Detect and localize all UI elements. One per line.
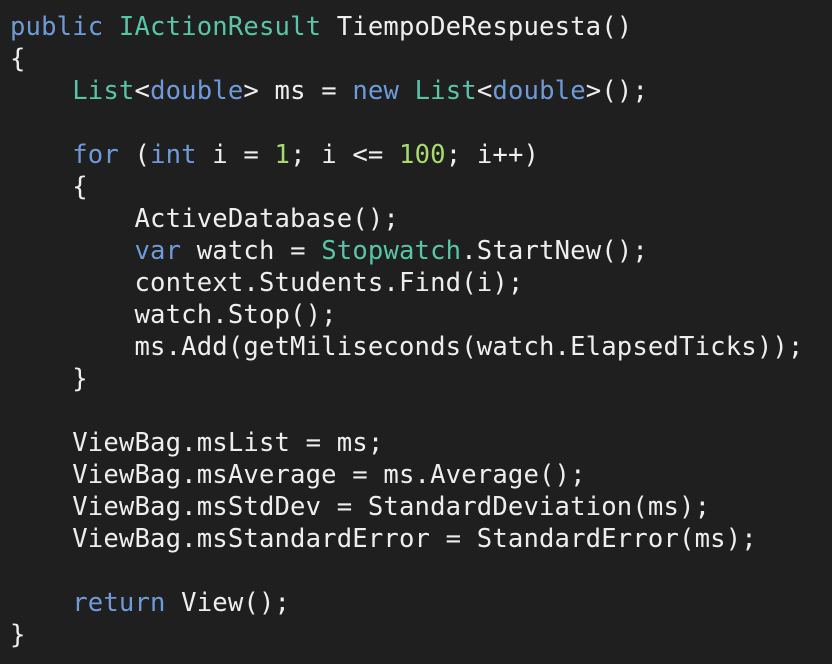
code-line: ViewBag.msStandardError = StandardError(… — [10, 523, 832, 555]
code-token: List — [72, 76, 135, 106]
code-token: TiempoDeRespuesta() — [321, 12, 633, 42]
code-token: < — [476, 76, 493, 106]
code-editor[interactable]: public IActionResult TiempoDeRespuesta()… — [0, 0, 832, 664]
code-line: { — [10, 43, 832, 75]
code-line: ViewBag.msAverage = ms.Average(); — [10, 459, 832, 491]
code-token: } — [10, 620, 26, 650]
code-token: { — [10, 172, 88, 202]
code-token: < — [134, 76, 151, 106]
code-line: } — [10, 363, 832, 395]
code-token: 100 — [399, 140, 446, 170]
code-token: ViewBag.msStandardError = StandardError(… — [10, 524, 757, 554]
code-line: ViewBag.msStdDev = StandardDeviation(ms)… — [10, 491, 832, 523]
code-token: var — [134, 236, 182, 266]
code-token: IActionResult — [118, 12, 322, 42]
code-line: var watch = Stopwatch.StartNew(); — [10, 235, 832, 267]
code-token: ; i <= — [290, 140, 400, 170]
code-token: View(); — [165, 588, 291, 618]
code-token: double — [150, 76, 244, 106]
code-line: } — [10, 619, 832, 651]
code-line: context.Students.Find(i); — [10, 267, 832, 299]
code-line: return View(); — [10, 587, 832, 619]
code-token: List — [414, 76, 477, 106]
code-token: ( — [118, 140, 151, 170]
code-line: ms.Add(getMiliseconds(watch.ElapsedTicks… — [10, 331, 832, 363]
code-token: ViewBag.msStdDev = StandardDeviation(ms)… — [10, 492, 711, 522]
code-token: } — [10, 364, 88, 394]
code-token: i = — [196, 140, 275, 170]
code-line: ViewBag.msList = ms; — [10, 427, 832, 459]
code-token: double — [492, 76, 586, 106]
code-token: watch = — [181, 236, 322, 266]
code-token: for — [72, 140, 119, 170]
code-token: .StartNew(); — [461, 236, 648, 266]
code-line: ActiveDatabase(); — [10, 203, 832, 235]
code-token: int — [150, 140, 197, 170]
code-line: List<double> ms = new List<double>(); — [10, 75, 832, 107]
code-token: public — [10, 12, 104, 42]
code-token: ms.Add(getMiliseconds(watch.ElapsedTicks… — [10, 332, 804, 362]
code-token: ViewBag.msList = ms; — [10, 428, 384, 458]
code-token: new — [352, 76, 400, 106]
code-token: ViewBag.msAverage = ms.Average(); — [10, 460, 586, 490]
code-token: 1 — [274, 140, 291, 170]
code-token: ActiveDatabase(); — [10, 204, 399, 234]
code-token: ; i++) — [445, 140, 540, 170]
code-token: watch.Stop(); — [10, 300, 337, 330]
code-line: watch.Stop(); — [10, 299, 832, 331]
code-token: return — [72, 588, 166, 618]
code-line: { — [10, 171, 832, 203]
code-line: public IActionResult TiempoDeRespuesta() — [10, 11, 832, 43]
code-token: > ms = — [243, 76, 353, 106]
code-token: context.Students.Find(i); — [10, 268, 524, 298]
code-line: for (int i = 1; i <= 100; i++) — [10, 139, 832, 171]
code-token: >(); — [585, 76, 649, 106]
code-body: public IActionResult TiempoDeRespuesta()… — [10, 11, 832, 651]
code-token: { — [10, 44, 26, 74]
code-token: Stopwatch — [321, 236, 462, 266]
